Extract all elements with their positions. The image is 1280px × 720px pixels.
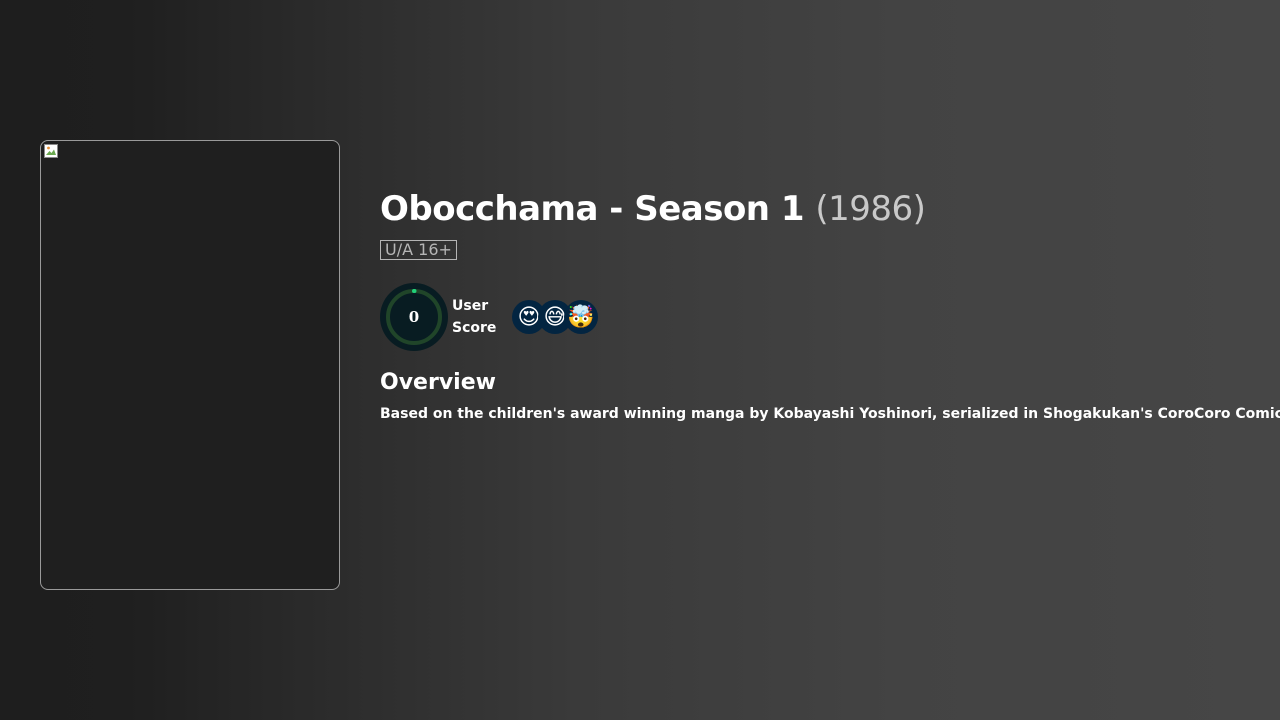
reaction-emojis: 😍 😅 🤯 [512, 300, 598, 334]
certification-badge: U/A 16+ [380, 240, 457, 260]
release-year: (1986) [815, 189, 926, 229]
show-title: Obocchama - Season 1 [380, 189, 805, 229]
user-score-chart[interactable]: 0 [380, 283, 448, 351]
user-score-label: User Score [452, 298, 497, 336]
show-details: Obocchama - Season 1 (1986) U/A 16+ 0 Us… [380, 186, 1280, 424]
page-title: Obocchama - Season 1 (1986) [380, 186, 1250, 232]
overview-text: Based on the children's award winning ma… [380, 406, 1280, 422]
broken-image-icon [44, 144, 58, 158]
score-row: 0 User Score 😍 😅 🤯 [380, 283, 1250, 351]
score-value: 0 [408, 308, 420, 326]
exploding-head-emoji-icon: 🤯 [564, 300, 598, 334]
overview-heading: Overview [380, 370, 496, 395]
poster-image [40, 140, 340, 590]
